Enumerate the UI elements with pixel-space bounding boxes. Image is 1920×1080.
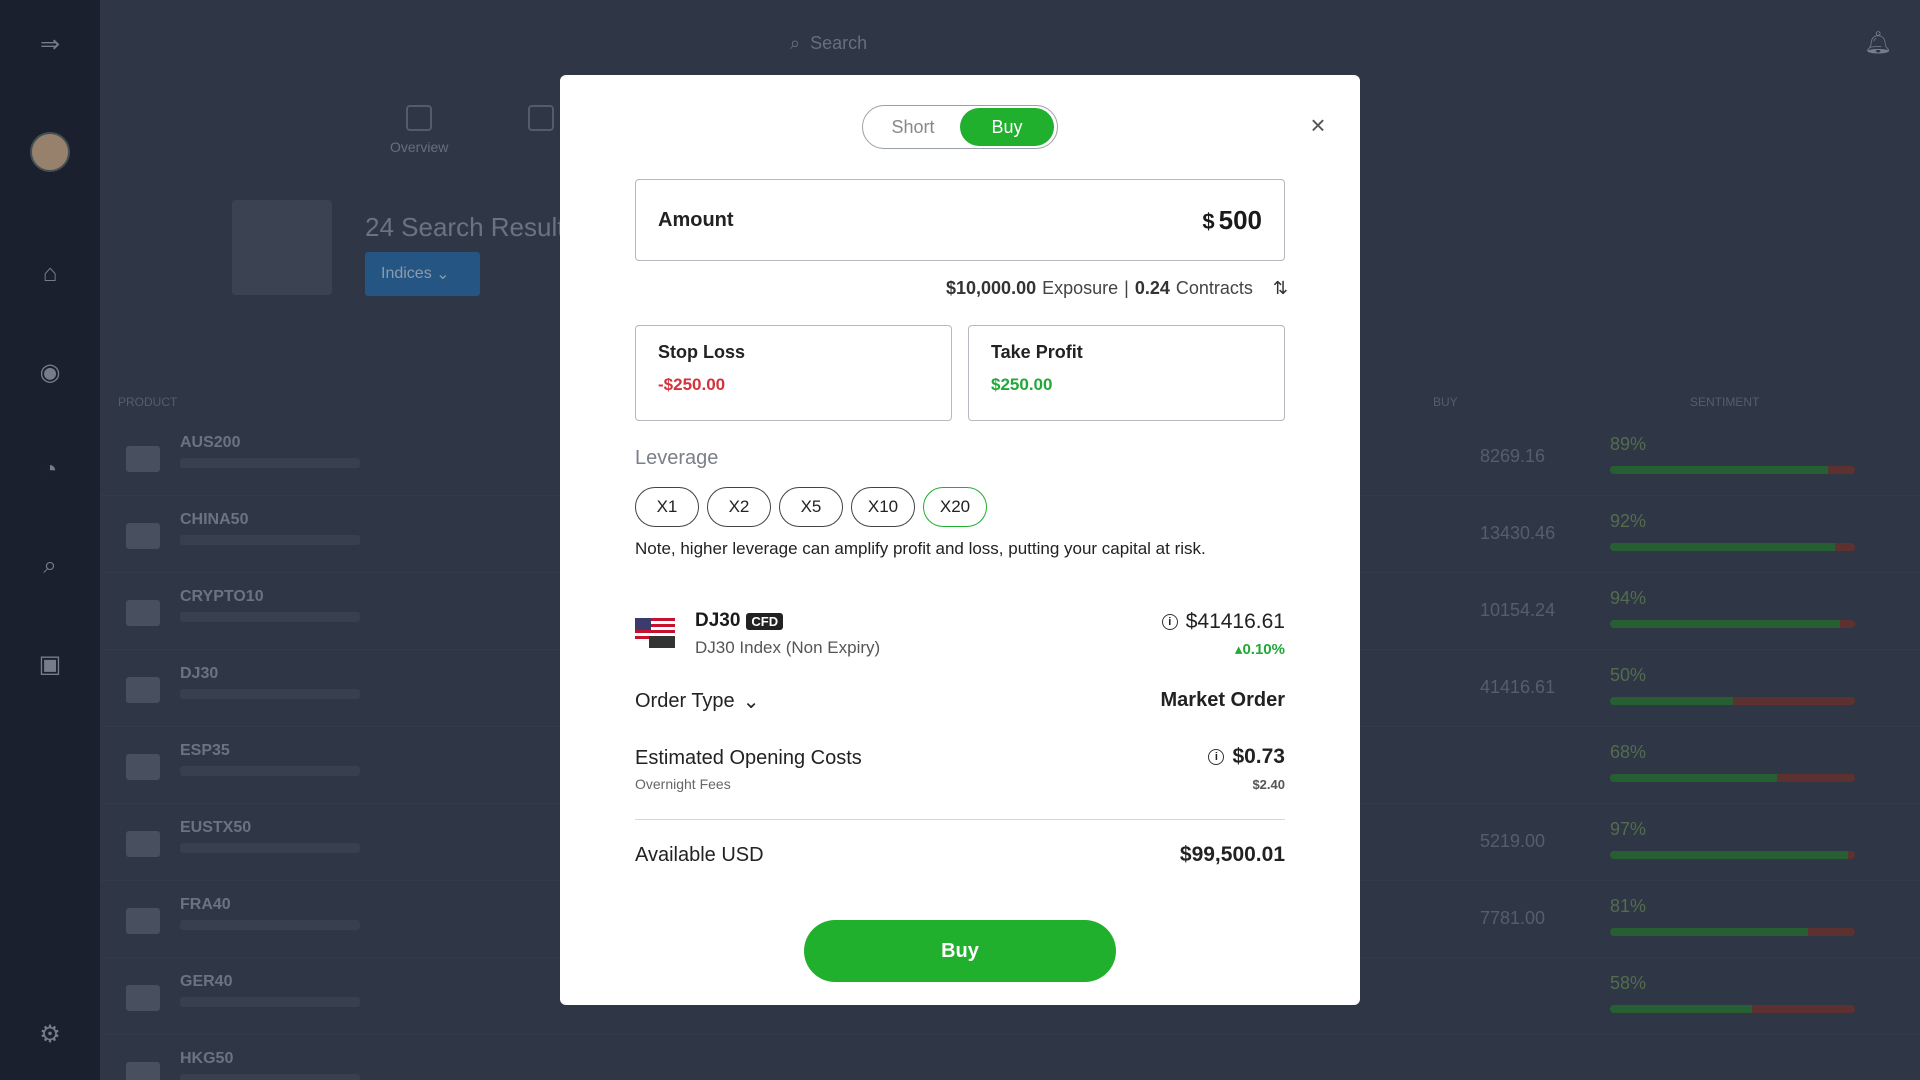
trade-dialog: Short Buy × Amount $ 500 $10,000.00 Expo…	[560, 75, 1360, 1005]
amount-number[interactable]: 500	[1219, 205, 1262, 236]
leverage-x20-button[interactable]: X20	[923, 487, 987, 527]
leverage-x5-button[interactable]: X5	[779, 487, 843, 527]
short-option[interactable]: Short	[866, 108, 960, 146]
amount-currency: $	[1202, 208, 1215, 234]
exposure-summary: $10,000.00 Exposure | 0.24 Contracts ⇅	[946, 278, 1288, 299]
buy-option[interactable]: Buy	[960, 108, 1054, 146]
exposure-value: $10,000.00	[946, 278, 1037, 298]
stop-loss-label: Stop Loss	[658, 342, 746, 362]
leverage-x1-button[interactable]: X1	[635, 487, 699, 527]
overnight-fees-value: $2.40	[1252, 777, 1285, 792]
separator: |	[1124, 278, 1129, 298]
stop-loss-value: -$250.00	[658, 375, 726, 394]
take-profit-value: $250.00	[991, 375, 1053, 394]
amount-field[interactable]: Amount $ 500	[635, 179, 1285, 261]
amount-label: Amount	[658, 208, 734, 231]
direction-toggle: Short Buy	[862, 105, 1058, 149]
us-flag-icon	[635, 618, 675, 648]
take-profit-box[interactable]: Take Profit $250.00	[968, 325, 1285, 421]
buy-button[interactable]: Buy	[804, 920, 1116, 982]
leverage-note: Note, higher leverage can amplify profit…	[635, 539, 1206, 558]
close-icon[interactable]: ×	[1306, 110, 1330, 140]
instrument-info: DJ30 CFD DJ30 Index (Non Expiry) i $4141…	[635, 608, 1285, 668]
contracts-label: Contracts	[1175, 278, 1253, 298]
leverage-options: X1 X2 X5 X10 X20	[635, 487, 987, 527]
take-profit-label: Take Profit	[991, 342, 1083, 362]
overnight-fees-label: Overnight Fees	[635, 776, 731, 792]
amount-value[interactable]: $ 500	[1202, 205, 1262, 236]
stop-loss-box[interactable]: Stop Loss -$250.00	[635, 325, 952, 421]
instrument-description: DJ30 Index (Non Expiry)	[695, 638, 881, 657]
info-icon[interactable]: i	[1208, 749, 1225, 765]
opening-costs-label: Estimated Opening Costs	[635, 747, 862, 769]
available-usd-label: Available USD	[635, 844, 764, 866]
cfd-badge: CFD	[746, 612, 784, 630]
contracts-value: 0.24	[1134, 278, 1170, 298]
leverage-x10-button[interactable]: X10	[851, 487, 915, 527]
instrument-price: i $41416.61	[1161, 610, 1285, 634]
chevron-down-icon: ⌄	[742, 691, 760, 713]
leverage-x2-button[interactable]: X2	[707, 487, 771, 527]
available-usd-value: $99,500.01	[1179, 843, 1285, 866]
order-type-value: Market Order	[1160, 689, 1286, 711]
opening-costs-value: i $0.73	[1208, 745, 1285, 769]
instrument-change: ▴0.10%	[1234, 641, 1285, 658]
divider	[635, 819, 1285, 820]
exposure-label: Exposure	[1042, 278, 1119, 298]
order-type-dropdown[interactable]: Order Type ⌄	[635, 689, 759, 714]
instrument-symbol: DJ30 CFD	[695, 610, 784, 632]
leverage-label: Leverage	[635, 447, 719, 469]
swap-arrows-icon[interactable]: ⇅	[1273, 278, 1288, 299]
info-icon[interactable]: i	[1161, 614, 1178, 630]
